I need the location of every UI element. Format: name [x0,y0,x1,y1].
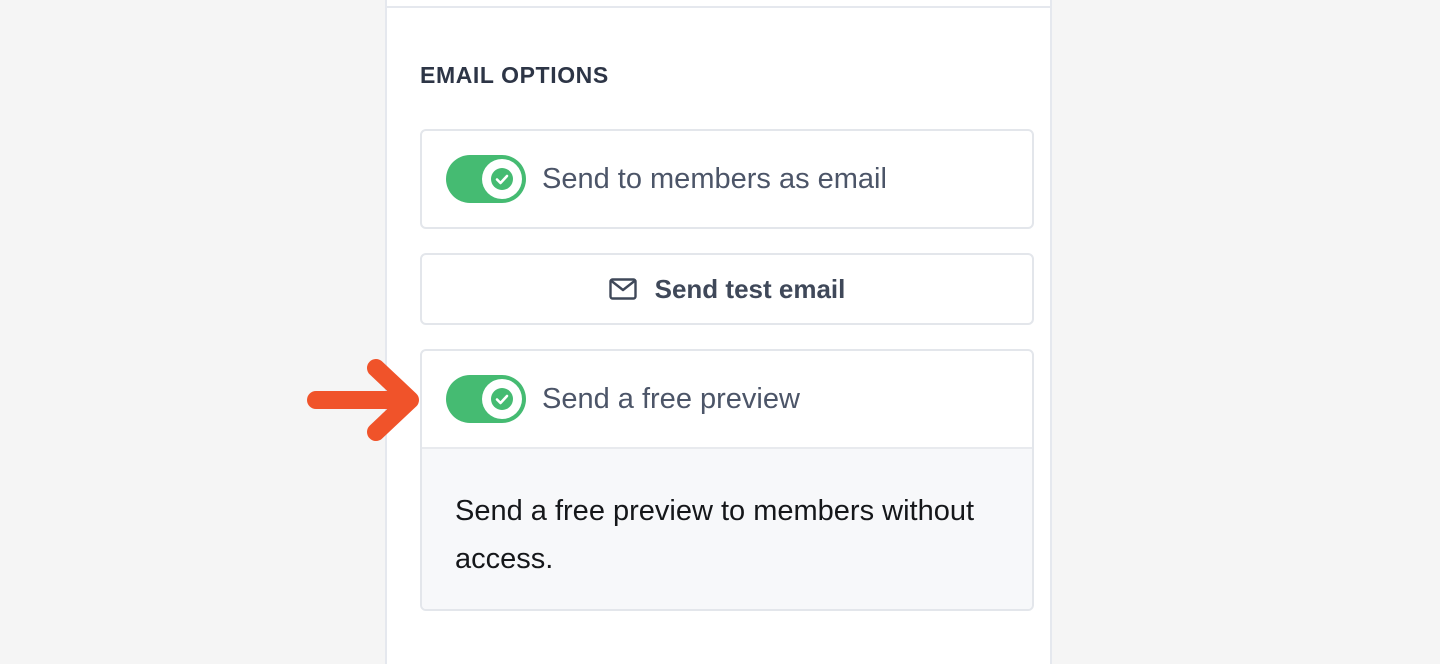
free-preview-toggle[interactable] [446,375,526,423]
send-to-members-toggle[interactable] [446,155,526,203]
toggle-knob [482,379,522,419]
send-to-members-card: Send to members as email [420,129,1034,229]
check-icon [491,168,513,190]
mail-icon [608,278,637,300]
panel-divider [387,6,1050,8]
free-preview-card: Send a free preview Send a free preview … [420,349,1034,611]
send-test-email-content: Send test email [422,255,1032,323]
toggle-knob [482,159,522,199]
send-to-members-toggle-row[interactable]: Send to members as email [446,155,887,203]
free-preview-description: Send a free preview to members without a… [455,495,975,575]
check-icon [491,388,513,410]
email-options-panel: EMAIL OPTIONS Send to members as email S… [385,0,1052,664]
free-preview-description-area: Send a free preview to members without a… [422,447,1032,609]
send-to-members-label: Send to members as email [542,162,887,195]
free-preview-label: Send a free preview [542,382,800,415]
section-title: EMAIL OPTIONS [420,62,609,88]
send-test-email-label: Send test email [654,273,846,304]
send-test-email-button[interactable]: Send test email [420,253,1034,325]
annotation-arrow-icon [307,359,419,441]
free-preview-toggle-row[interactable]: Send a free preview [446,375,800,423]
